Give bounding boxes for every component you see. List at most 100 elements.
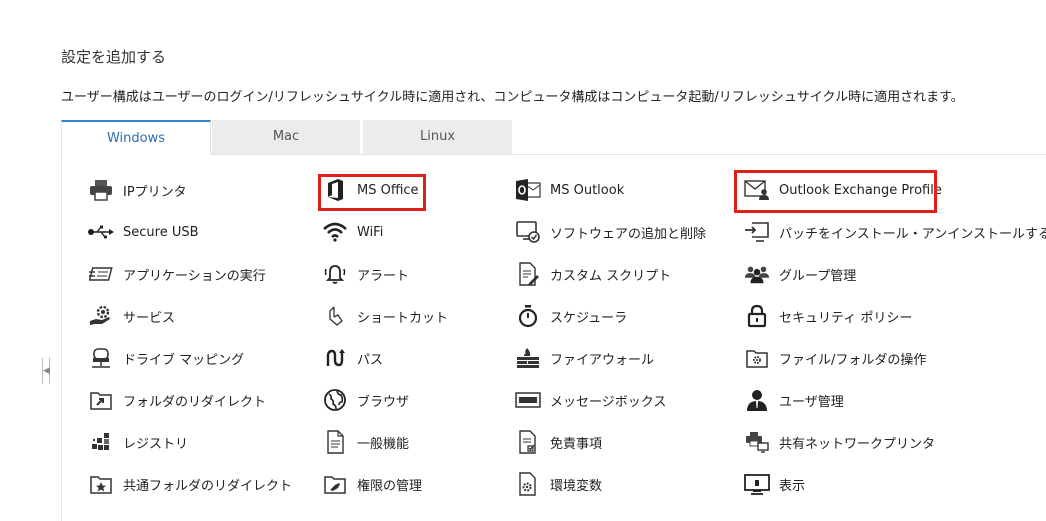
group-icon — [744, 261, 770, 287]
network-printer-icon — [744, 429, 770, 455]
item-label: スケジューラ — [550, 310, 628, 326]
service-gear-icon — [88, 303, 114, 329]
item-label: ドライブ マッピング — [123, 352, 245, 368]
item-label: カスタム スクリプト — [550, 268, 672, 284]
item-label: ブラウザ — [357, 394, 410, 410]
item-secure-usb[interactable]: Secure USB — [88, 218, 199, 246]
item-label: 共通フォルダのリダイレクト — [123, 478, 293, 494]
wifi-icon — [322, 219, 348, 245]
item-partial-row — [88, 512, 123, 521]
item-label: パス — [357, 352, 384, 368]
item-label: Secure USB — [123, 224, 199, 240]
item-custom-script[interactable]: カスタム スクリプト — [515, 260, 671, 288]
item-message-box[interactable]: メッセージボックス — [515, 386, 666, 414]
page-title: 設定を追加する — [61, 48, 167, 66]
item-label: 表示 — [779, 478, 806, 494]
item-label: メッセージボックス — [550, 394, 667, 410]
item-label: アラート — [357, 268, 410, 284]
drive-mapping-icon — [88, 345, 114, 371]
item-drive-mapping[interactable]: ドライブ マッピング — [88, 344, 244, 372]
software-install-icon — [515, 219, 541, 245]
environment-variable-icon — [515, 471, 541, 497]
common-folder-icon — [88, 471, 114, 497]
item-patch-install[interactable]: パッチをインストール・アンインストールする — [744, 218, 1046, 246]
item-wifi[interactable]: WiFi — [322, 218, 383, 246]
item-label: MS Outlook — [550, 182, 625, 198]
message-box-icon — [515, 387, 541, 413]
item-label: アプリケーションの実行 — [123, 268, 266, 284]
item-label: ファイアウォール — [550, 352, 655, 368]
highlight-outlook-exchange-profile — [734, 170, 937, 213]
item-browser[interactable]: ブラウザ — [322, 386, 409, 414]
browser-globe-icon — [322, 387, 348, 413]
patch-install-icon — [744, 219, 770, 245]
item-label: フォルダのリダイレクト — [123, 394, 267, 410]
tab-windows[interactable]: Windows — [61, 120, 211, 155]
tab-linux[interactable]: Linux — [363, 120, 512, 154]
printer-icon — [88, 177, 114, 203]
shortcut-icon — [322, 303, 348, 329]
item-disclaimer[interactable]: 免責事項 — [515, 428, 602, 456]
registry-icon — [88, 429, 114, 455]
item-service[interactable]: サービス — [88, 302, 175, 330]
ms-outlook-icon — [515, 177, 541, 203]
highlight-ms-office — [318, 174, 426, 211]
item-label: 免責事項 — [550, 436, 603, 452]
item-ms-outlook[interactable]: MS Outlook — [515, 176, 624, 204]
item-label: ショートカット — [357, 310, 449, 326]
item-shortcut[interactable]: ショートカット — [322, 302, 448, 330]
item-label: グループ管理 — [779, 268, 857, 284]
item-firewall[interactable]: ファイアウォール — [515, 344, 654, 372]
run-application-icon — [88, 261, 114, 287]
item-file-folder-operations[interactable]: ファイル/フォルダの操作 — [744, 344, 926, 372]
item-common-folder-redirect[interactable]: 共通フォルダのリダイレクト — [88, 470, 292, 498]
item-permission-management[interactable]: 権限の管理 — [322, 470, 422, 498]
content-divider — [61, 155, 62, 521]
item-general-features[interactable]: 一般機能 — [322, 428, 409, 456]
path-icon — [322, 345, 348, 371]
collapse-arrow-icon: ◀ — [43, 366, 50, 376]
item-label: ユーザ管理 — [779, 394, 844, 410]
folder-redirect-icon — [88, 387, 114, 413]
item-label: レジストリ — [123, 436, 189, 452]
add-settings-page: 設定を追加する ユーザー構成はユーザーのログイン/リフレッシュサイクル時に適用さ… — [0, 0, 1046, 521]
item-label: サービス — [123, 310, 176, 326]
item-scheduler[interactable]: スケジューラ — [515, 302, 627, 330]
item-label: セキュリティ ポリシー — [779, 310, 913, 326]
script-icon — [515, 261, 541, 287]
item-label: 環境変数 — [550, 478, 603, 494]
item-path[interactable]: パス — [322, 344, 383, 372]
disclaimer-icon — [515, 429, 541, 455]
item-environment-variables[interactable]: 環境変数 — [515, 470, 602, 498]
collapse-handle[interactable]: ◀ — [40, 356, 52, 386]
os-tab-bar: Windows Mac Linux — [61, 120, 1046, 155]
item-label: WiFi — [357, 224, 384, 240]
item-shared-network-printer[interactable]: 共有ネットワークプリンタ — [744, 428, 935, 456]
item-label: 一般機能 — [357, 436, 410, 452]
item-folder-redirect[interactable]: フォルダのリダイレクト — [88, 386, 266, 414]
item-add-remove-software[interactable]: ソフトウェアの追加と削除 — [515, 218, 706, 246]
item-label: 共有ネットワークプリンタ — [779, 436, 936, 452]
item-security-policy[interactable]: セキュリティ ポリシー — [744, 302, 912, 330]
item-ip-printer[interactable]: IPプリンタ — [88, 176, 187, 204]
item-run-application[interactable]: アプリケーションの実行 — [88, 260, 266, 288]
item-alert[interactable]: アラート — [322, 260, 409, 288]
item-user-management[interactable]: ユーザ管理 — [744, 386, 844, 414]
item-display[interactable]: 表示 — [744, 470, 805, 498]
partial-item-icon — [88, 513, 114, 521]
item-label: 権限の管理 — [357, 478, 423, 494]
item-label: パッチをインストール・アンインストールする — [779, 226, 1046, 242]
alert-bell-icon — [322, 261, 348, 287]
file-folder-icon — [744, 345, 770, 371]
page-description: ユーザー構成はユーザーのログイン/リフレッシュサイクル時に適用され、コンピュータ… — [61, 90, 964, 105]
firewall-icon — [515, 345, 541, 371]
usb-icon — [88, 219, 114, 245]
item-group-management[interactable]: グループ管理 — [744, 260, 856, 288]
tab-mac[interactable]: Mac — [212, 120, 360, 154]
user-icon — [744, 387, 770, 413]
item-label: ソフトウェアの追加と削除 — [550, 226, 707, 242]
stopwatch-icon — [515, 303, 541, 329]
permission-folder-icon — [322, 471, 348, 497]
display-icon — [744, 471, 770, 497]
item-registry[interactable]: レジストリ — [88, 428, 188, 456]
